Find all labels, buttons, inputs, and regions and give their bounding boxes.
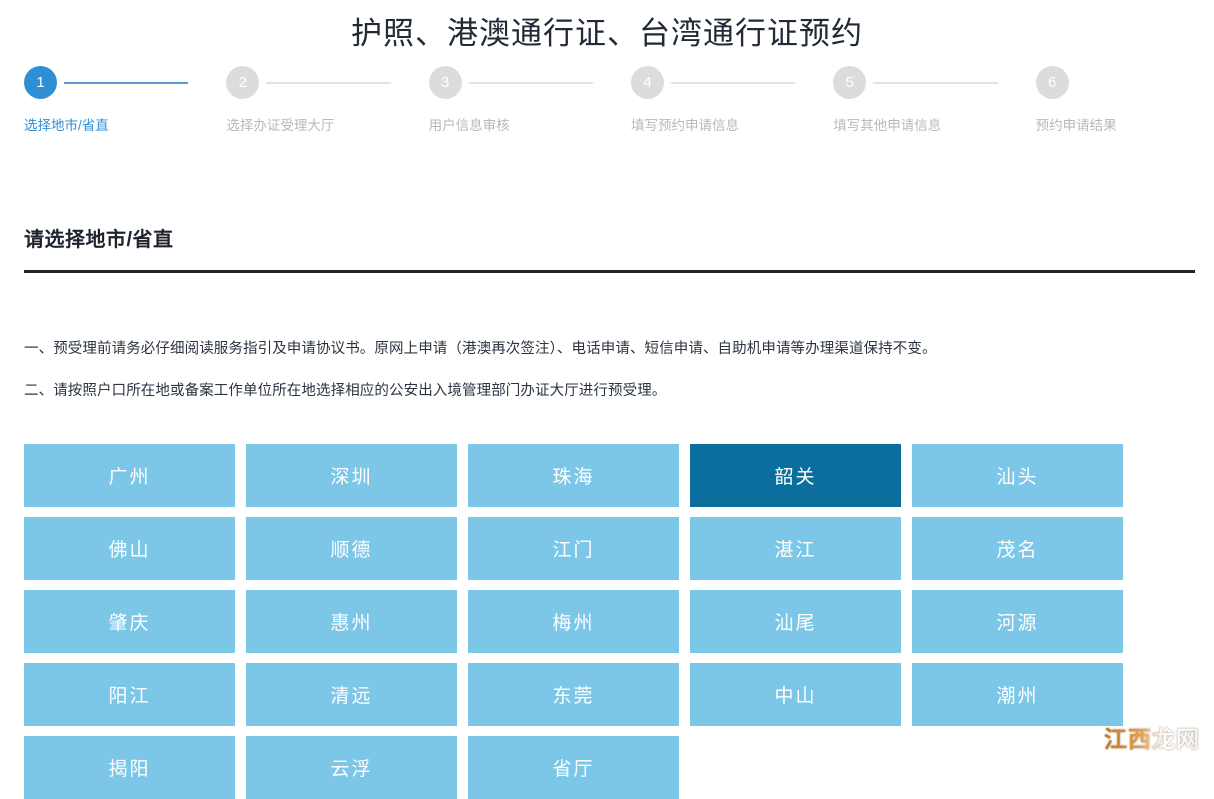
city-tile[interactable]: 湛江 [690, 516, 901, 580]
city-tile[interactable]: 阳江 [24, 662, 235, 726]
city-tile[interactable]: 中山 [690, 662, 901, 726]
city-tile[interactable]: 河源 [912, 589, 1123, 653]
step-connector-line [64, 82, 189, 84]
page-title: 护照、港澳通行证、台湾通行证预约 [351, 16, 863, 51]
city-tile[interactable]: 梅州 [468, 589, 679, 653]
step-number-badge: 5 [833, 66, 867, 99]
notice-list: 一、预受理前请务必仔细阅读服务指引及申请协议书。原网上申请（港澳再次签注）、电话… [24, 273, 1190, 405]
city-tile[interactable]: 清远 [246, 662, 457, 726]
city-tile[interactable]: 茂名 [912, 516, 1123, 580]
step-number-badge: 4 [630, 66, 664, 99]
city-tile[interactable]: 云浮 [246, 735, 457, 799]
step-5[interactable]: 5 填写其他申请信息 [809, 66, 1011, 135]
city-tile[interactable]: 惠州 [246, 589, 457, 653]
step-6[interactable]: 6 预约申请结果 [1012, 66, 1214, 135]
step-label: 选择地市/省直 [24, 118, 109, 133]
city-tile[interactable]: 韶关 [690, 443, 901, 507]
progress-stepper: 1 选择地市/省直 2 选择办证受理大厅 3 用户信息审核 4 填写预约申请信息 5 填写其他申请… [0, 66, 1214, 144]
step-connector-line [266, 82, 391, 84]
city-tile[interactable]: 省厅 [468, 735, 679, 799]
city-tile[interactable]: 揭阳 [24, 735, 235, 799]
city-tile[interactable]: 肇庆 [24, 589, 235, 653]
step-connector-line [670, 82, 796, 84]
step-label: 填写预约申请信息 [630, 118, 739, 133]
step-4[interactable]: 4 填写预约申请信息 [607, 66, 809, 135]
step-connector-line [468, 82, 593, 84]
city-tile[interactable]: 深圳 [246, 443, 457, 507]
step-label: 填写其他申请信息 [833, 118, 942, 133]
city-tile[interactable]: 广州 [24, 443, 235, 507]
step-number-badge: 1 [24, 66, 57, 99]
step-2[interactable]: 2 选择办证受理大厅 [202, 66, 404, 135]
city-tile[interactable]: 佛山 [24, 516, 235, 580]
section-heading: 请选择地市/省直 [24, 229, 174, 251]
section-container: 请选择地市/省直 [24, 144, 1195, 273]
step-label: 预约申请结果 [1035, 118, 1117, 133]
city-tile[interactable]: 潮州 [912, 662, 1123, 726]
city-tile[interactable]: 江门 [468, 516, 679, 580]
step-label: 用户信息审核 [428, 118, 510, 133]
notice-line: 二、请按照户口所在地或备案工作单位所在地选择相应的公安出入境管理部门办证大厅进行… [24, 383, 667, 399]
step-number-badge: 2 [226, 66, 260, 99]
city-tile[interactable]: 汕头 [912, 443, 1123, 507]
city-tile[interactable]: 汕尾 [690, 589, 901, 653]
step-connector-line [873, 82, 998, 84]
step-label: 选择办证受理大厅 [226, 118, 335, 133]
notice-line: 一、预受理前请务必仔细阅读服务指引及申请协议书。原网上申请（港澳再次签注）、电话… [24, 340, 937, 357]
step-number-badge: 3 [428, 66, 462, 99]
city-grid: 广州 深圳 珠海 韶关 汕头佛山 顺德 江门 湛江 茂名肇庆 惠州 梅州 汕尾 河源阳江 清远 东莞 中山 潮州… [24, 420, 1190, 799]
city-tile[interactable]: 珠海 [468, 443, 679, 507]
step-1[interactable]: 1 选择地市/省直 [0, 66, 202, 135]
step-number-badge: 6 [1035, 66, 1069, 99]
step-3[interactable]: 3 用户信息审核 [405, 66, 607, 135]
city-tile[interactable]: 东莞 [468, 662, 679, 726]
city-tile[interactable]: 顺德 [246, 516, 457, 580]
